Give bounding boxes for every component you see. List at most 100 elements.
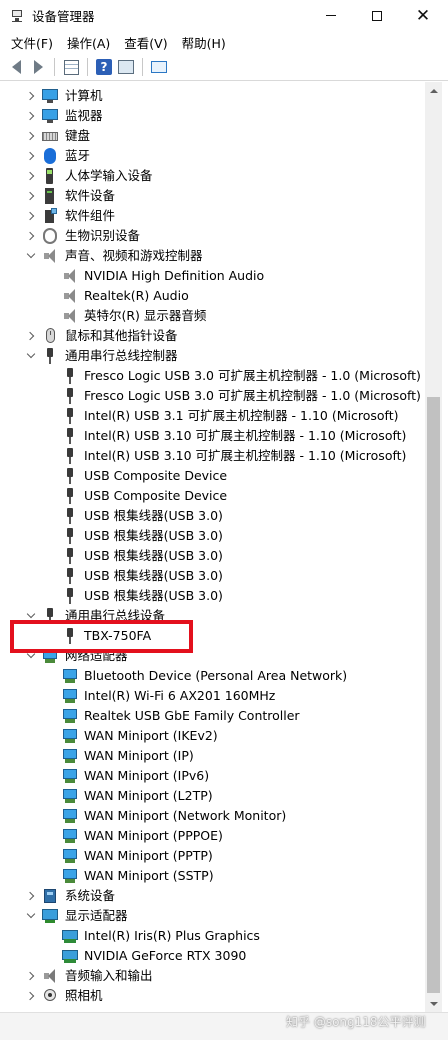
usb-icon <box>62 508 78 524</box>
tree-expander[interactable] <box>25 226 36 246</box>
tree-device[interactable]: USB Composite Device <box>4 486 425 506</box>
tree-device[interactable]: NVIDIA GeForce RTX 3090 <box>4 946 425 966</box>
tree-category[interactable]: 软件组件 <box>4 206 425 226</box>
chevron-down-icon <box>429 1001 438 1006</box>
tree-device[interactable]: Realtek(R) Audio <box>4 286 425 306</box>
tree-device[interactable]: USB 根集线器(USB 3.0) <box>4 586 425 606</box>
scan-hardware-button[interactable] <box>115 56 137 78</box>
tree-expander[interactable] <box>25 126 36 146</box>
chevron-down-icon <box>26 609 36 619</box>
tree-device[interactable]: WAN Miniport (L2TP) <box>4 786 425 806</box>
tree-device[interactable]: WAN Miniport (IP) <box>4 746 425 766</box>
menu-action[interactable]: 操作(A) <box>60 33 117 52</box>
maximize-button[interactable] <box>354 0 400 31</box>
menu-view[interactable]: 查看(V) <box>117 33 174 52</box>
tree-device[interactable]: Intel(R) Wi-Fi 6 AX201 160MHz <box>4 686 425 706</box>
tree-category[interactable]: 声音、视频和游戏控制器 <box>4 246 425 266</box>
window-title: 设备管理器 <box>32 9 95 24</box>
tree-expander[interactable] <box>25 86 36 106</box>
network-icon <box>62 788 78 804</box>
tree-category[interactable]: 软件设备 <box>4 186 425 206</box>
back-button[interactable] <box>5 56 27 78</box>
tree-item-label: 显示适配器 <box>65 908 128 923</box>
close-button[interactable]: ✕ <box>400 0 446 31</box>
software-component-icon <box>42 208 58 224</box>
network-icon <box>62 708 78 724</box>
tree-device[interactable]: WAN Miniport (Network Monitor) <box>4 806 425 826</box>
scan-hardware-icon <box>118 60 134 74</box>
tree-category[interactable]: 人体学输入设备 <box>4 166 425 186</box>
usb-icon <box>62 588 78 604</box>
tree-device[interactable]: USB Composite Device <box>4 466 425 486</box>
tree-item-label: Intel(R) USB 3.10 可扩展主机控制器 - 1.10 (Micro… <box>84 448 407 463</box>
tree-category[interactable]: 鼠标和其他指针设备 <box>4 326 425 346</box>
tree-category[interactable]: 键盘 <box>4 126 425 146</box>
tree-device[interactable]: NVIDIA High Definition Audio <box>4 266 425 286</box>
tree-item-label: WAN Miniport (L2TP) <box>84 788 213 803</box>
tree-expander[interactable] <box>25 966 36 986</box>
usb-icon <box>62 548 78 564</box>
chevron-right-icon <box>25 151 34 161</box>
scroll-up-button[interactable] <box>425 82 442 99</box>
tree-expander[interactable] <box>25 206 36 226</box>
tree-device[interactable]: USB 根集线器(USB 3.0) <box>4 526 425 546</box>
help-button[interactable]: ? <box>93 56 115 78</box>
minimize-button[interactable] <box>308 0 354 31</box>
tree-device[interactable]: Intel(R) Iris(R) Plus Graphics <box>4 926 425 946</box>
tree-device[interactable]: WAN Miniport (SSTP) <box>4 866 425 886</box>
forward-button[interactable] <box>27 56 49 78</box>
tree-category[interactable]: 音频输入和输出 <box>4 966 425 986</box>
tree-device[interactable]: Fresco Logic USB 3.0 可扩展主机控制器 - 1.0 (Mic… <box>4 386 425 406</box>
tree-expander[interactable] <box>25 986 36 1006</box>
monitor-button[interactable] <box>148 56 170 78</box>
vertical-scrollbar[interactable] <box>425 82 442 1012</box>
scroll-down-button[interactable] <box>425 995 442 1012</box>
tree-expander[interactable] <box>25 186 36 206</box>
tree-item-label: NVIDIA High Definition Audio <box>84 268 265 283</box>
monitor-icon <box>42 108 58 124</box>
scroll-thumb[interactable] <box>427 397 440 993</box>
tree-expander[interactable] <box>25 106 36 126</box>
chevron-up-icon <box>429 88 438 93</box>
tree-category[interactable]: 显示适配器 <box>4 906 425 926</box>
tree-category[interactable]: 监视器 <box>4 106 425 126</box>
tree-expander[interactable] <box>25 166 36 186</box>
tree-expander[interactable] <box>25 146 36 166</box>
menu-help[interactable]: 帮助(H) <box>175 33 233 52</box>
device-tree[interactable]: 计算机 监视器 键盘 蓝牙 人体学输入设备 软件设备 软件组件 生物识别设备 声音、视频和游戏控… <box>4 82 425 1012</box>
gpu-icon <box>62 948 78 964</box>
menu-file[interactable]: 文件(F) <box>4 33 60 52</box>
tree-device[interactable]: WAN Miniport (IPv6) <box>4 766 425 786</box>
tree-expander[interactable] <box>25 326 36 346</box>
tree-device[interactable]: Bluetooth Device (Personal Area Network) <box>4 666 425 686</box>
tree-category[interactable]: 计算机 <box>4 86 425 106</box>
tree-device[interactable]: Fresco Logic USB 3.0 可扩展主机控制器 - 1.0 (Mic… <box>4 366 425 386</box>
tree-item-label: WAN Miniport (Network Monitor) <box>84 808 287 823</box>
tree-device[interactable]: Intel(R) USB 3.1 可扩展主机控制器 - 1.10 (Micros… <box>4 406 425 426</box>
tree-expander[interactable] <box>26 906 36 926</box>
tree-expander[interactable] <box>25 886 36 906</box>
tree-device[interactable]: Intel(R) USB 3.10 可扩展主机控制器 - 1.10 (Micro… <box>4 446 425 466</box>
tree-device[interactable]: USB 根集线器(USB 3.0) <box>4 546 425 566</box>
properties-button[interactable] <box>60 56 82 78</box>
tree-device[interactable]: USB 根集线器(USB 3.0) <box>4 566 425 586</box>
tree-device[interactable]: WAN Miniport (PPPOE) <box>4 826 425 846</box>
network-icon <box>62 808 78 824</box>
tree-device[interactable]: WAN Miniport (IKEv2) <box>4 726 425 746</box>
tree-device[interactable]: Intel(R) USB 3.10 可扩展主机控制器 - 1.10 (Micro… <box>4 426 425 446</box>
system-device-icon <box>42 888 58 904</box>
tree-category[interactable]: 生物识别设备 <box>4 226 425 246</box>
tree-category[interactable]: 照相机 <box>4 986 425 1006</box>
tree-device[interactable]: WAN Miniport (PPTP) <box>4 846 425 866</box>
tree-category[interactable]: 蓝牙 <box>4 146 425 166</box>
toolbar-separator <box>87 58 88 76</box>
tree-device[interactable]: USB 根集线器(USB 3.0) <box>4 506 425 526</box>
tree-device[interactable]: 英特尔(R) 显示器音频 <box>4 306 425 326</box>
tree-expander[interactable] <box>26 346 36 366</box>
tree-item-label: Intel(R) Wi-Fi 6 AX201 160MHz <box>84 688 276 703</box>
tree-category[interactable]: 通用串行总线控制器 <box>4 346 425 366</box>
tree-category[interactable]: 系统设备 <box>4 886 425 906</box>
tree-expander[interactable] <box>26 246 36 266</box>
keyboard-icon <box>42 128 58 144</box>
tree-device[interactable]: Realtek USB GbE Family Controller <box>4 706 425 726</box>
